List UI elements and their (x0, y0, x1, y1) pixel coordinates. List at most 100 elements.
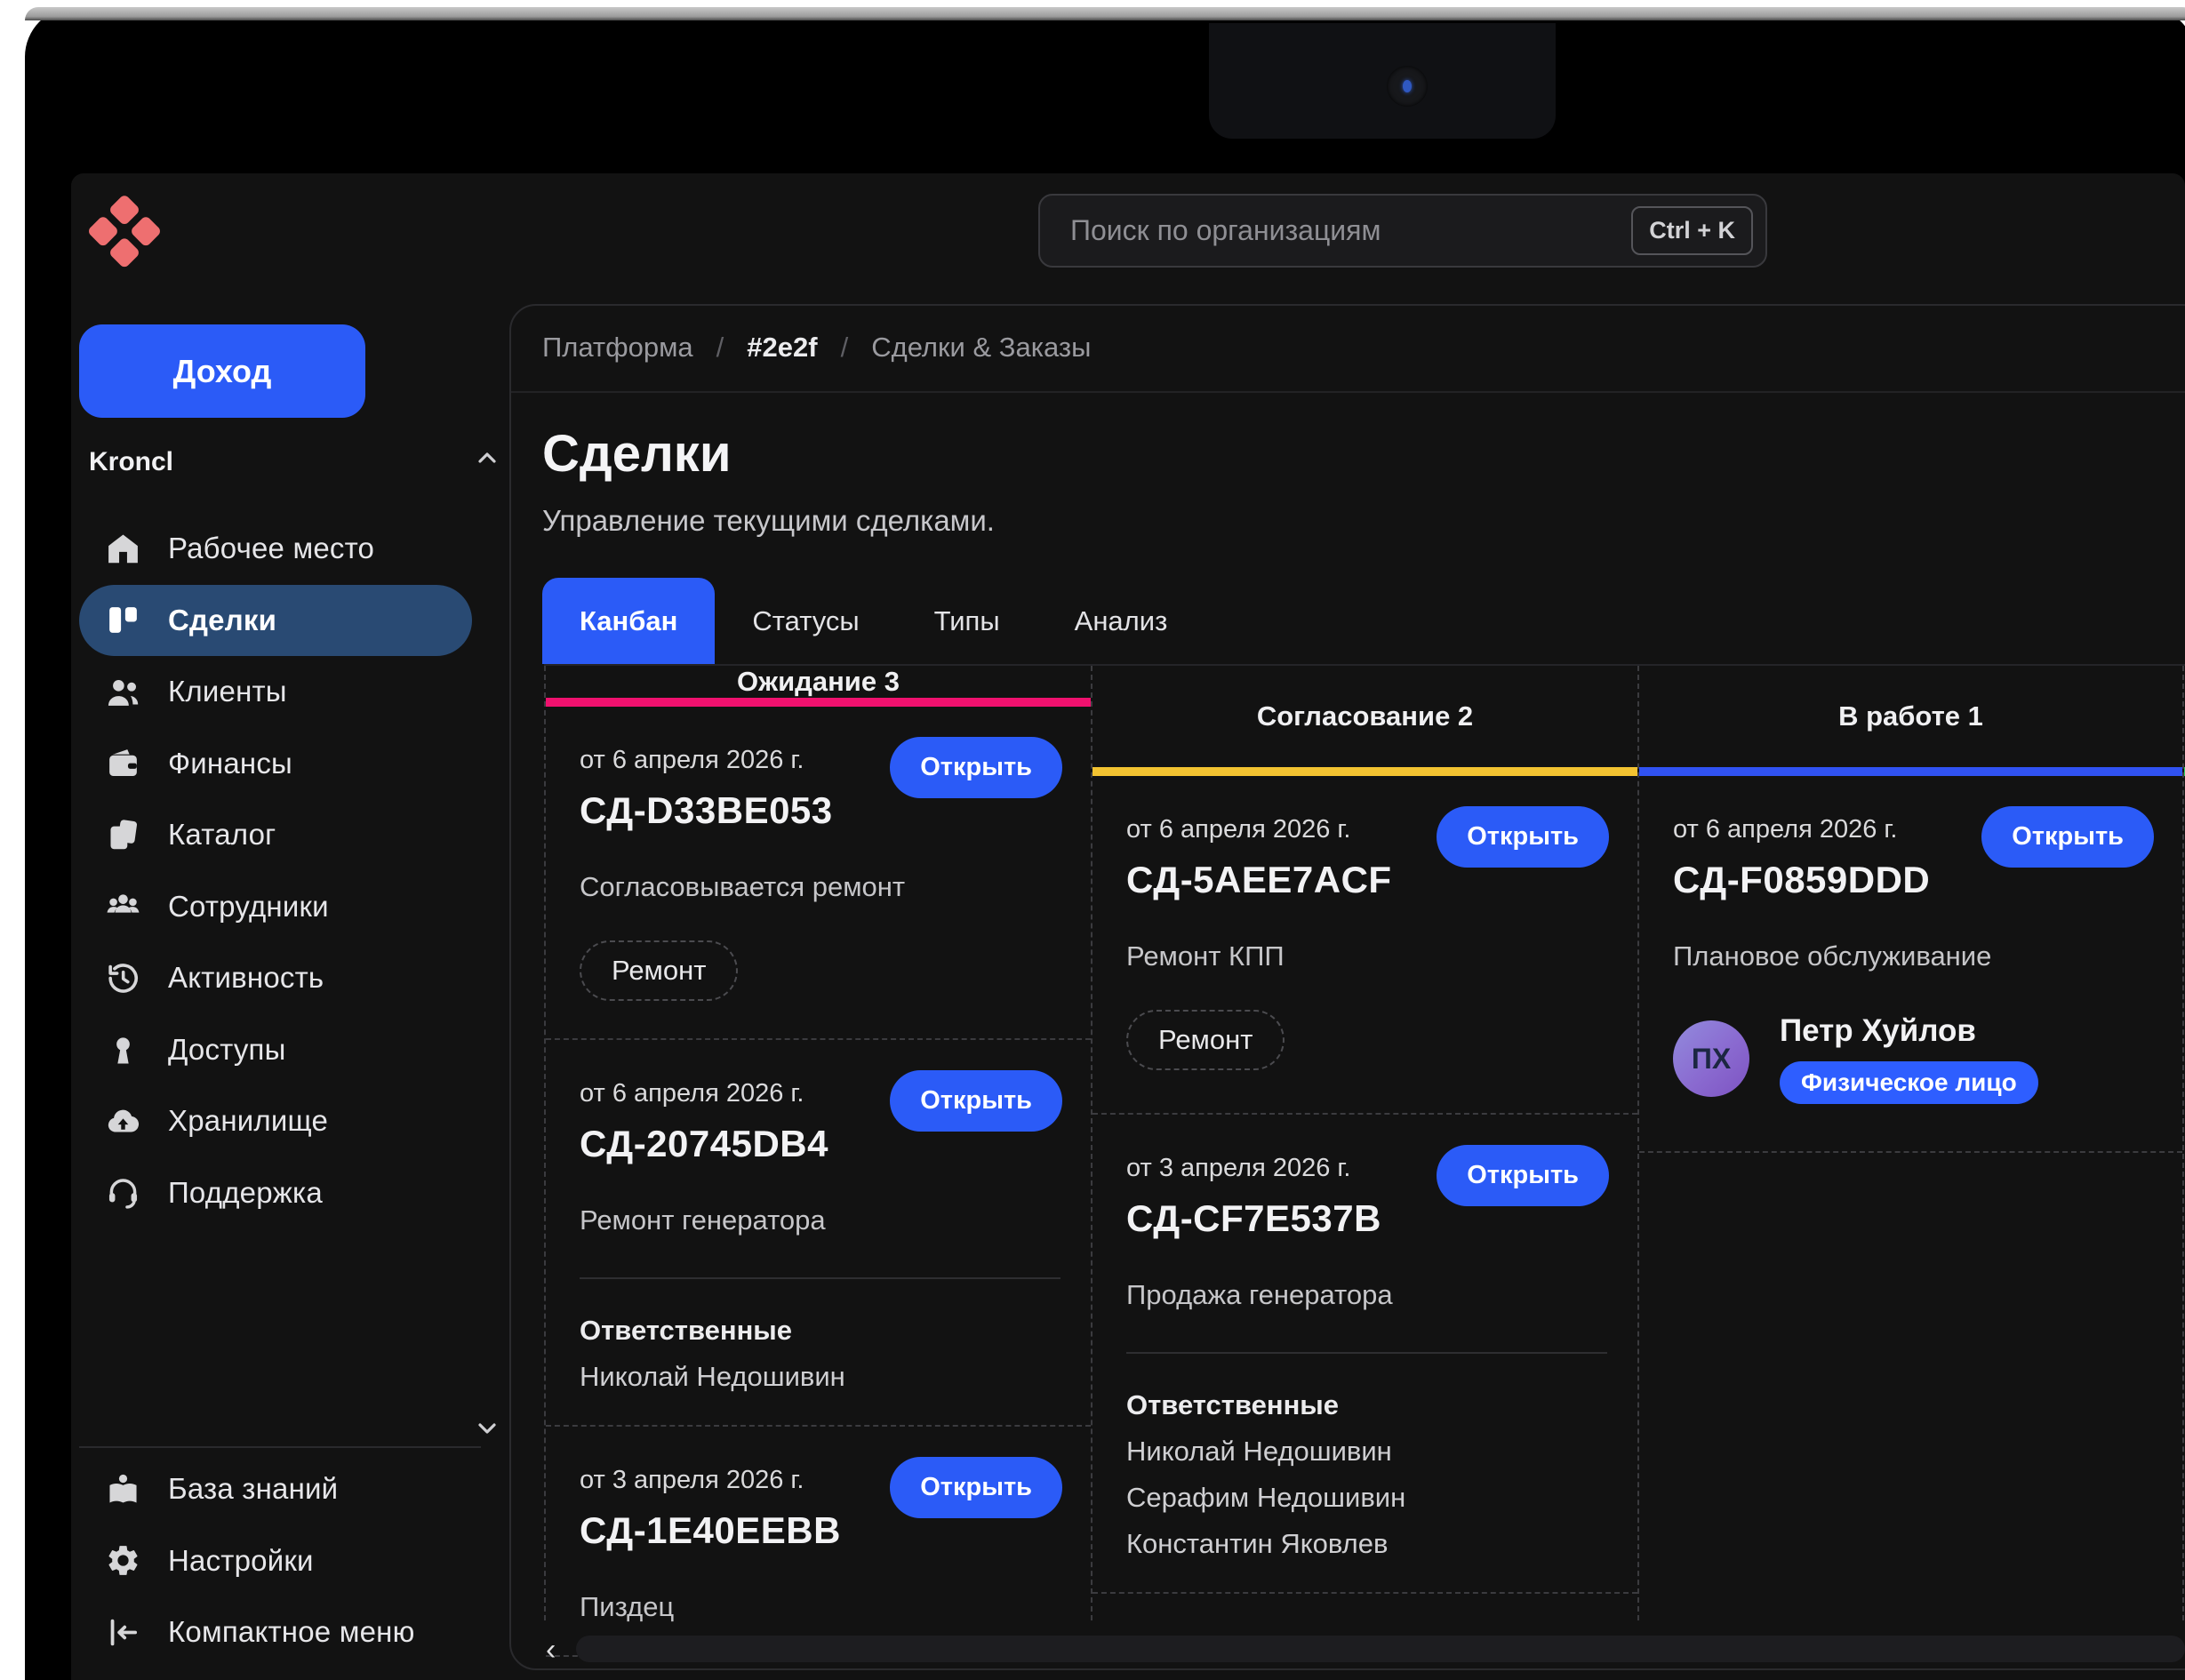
app-window: Ctrl + K Доход Kroncl Рабочее место Сделк… (71, 173, 2185, 1680)
search-shortcut-hint: Ctrl + K (1631, 206, 1753, 255)
laptop-notch (1209, 23, 1556, 139)
column-header: Ожидание 3 (546, 666, 1091, 698)
tab-kanban[interactable]: Канбан (542, 578, 715, 664)
sidebar-item-activity[interactable]: Активность (79, 942, 472, 1014)
income-button[interactable]: Доход (79, 324, 365, 418)
sidebar-item-support[interactable]: Поддержка (79, 1157, 472, 1229)
sidebar-item-label: Компактное меню (168, 1615, 415, 1649)
org-search[interactable]: Ctrl + K (1038, 194, 1767, 268)
deal-card[interactable]: от 6 апреля 2026 г.СД-20745DB4ОткрытьРем… (546, 1040, 1091, 1427)
responsible-title: Ответственные (580, 1315, 1060, 1347)
sidebar-item-storage[interactable]: Хранилище (79, 1085, 472, 1157)
deal-description: Продажа генератора (1126, 1279, 1607, 1311)
kanban-board: Ожидание 3 от 6 апреля 2026 г.СД-D33BE053… (544, 664, 2185, 1620)
card-divider (580, 1277, 1060, 1279)
horizontal-scrollbar[interactable] (576, 1636, 2185, 1662)
deal-card[interactable]: от 6 апреля 2026 г.СД-D33BE053ОткрытьСог… (546, 707, 1091, 1040)
scroll-left-icon[interactable]: ‹ (546, 1633, 556, 1668)
app-logo-icon[interactable] (84, 194, 165, 275)
column-color-bar (1639, 767, 2182, 776)
sidebar-item-label: Каталог (168, 818, 276, 852)
sidebar-footer-item-knowledge[interactable]: База знаний (79, 1453, 472, 1525)
kanban-column: В работе 1от 6 апреля 2026 г.СД-F0859DDD… (1637, 666, 2184, 1620)
deal-tag: Ремонт (580, 940, 738, 1001)
sidebar-item-deals[interactable]: Сделки (79, 585, 472, 657)
responsible-title: Ответственные (1126, 1389, 1607, 1421)
sidebar-divider (79, 1446, 481, 1448)
sidebar-item-workspace[interactable]: Рабочее место (79, 513, 472, 585)
deal-card[interactable]: от 6 апреля 2026 г.СД-5AEE7ACFОткрытьРем… (1092, 776, 1637, 1115)
org-name: Kroncl (89, 447, 173, 477)
card-divider (1126, 1352, 1607, 1354)
entity-type-badge: Физическое лицо (1780, 1061, 2038, 1104)
deal-description: Плановое обслуживание (1673, 940, 2152, 972)
responsible-name: Николай Недошивин (1126, 1436, 1607, 1468)
page-title: Сделки (542, 424, 732, 484)
sidebar-item-label: Активность (168, 961, 324, 995)
open-deal-button[interactable]: Открыть (1981, 806, 2154, 868)
open-deal-button[interactable]: Открыть (1437, 806, 1609, 868)
responsible-name: Константин Яковлев (1126, 1528, 1607, 1560)
home-icon (102, 528, 143, 569)
cloud-upload-icon (102, 1100, 143, 1141)
deal-description: Пиздец (580, 1591, 1060, 1623)
keyhole-icon (102, 1029, 143, 1070)
people-icon (102, 671, 143, 712)
sidebar-item-access[interactable]: Доступы (79, 1014, 472, 1086)
sidebar-item-label: Сделки (168, 604, 276, 637)
deal-tag: Ремонт (1126, 1010, 1285, 1070)
tab-analysis[interactable]: Анализ (1037, 578, 1205, 664)
column-color-bar (1092, 767, 1637, 776)
kanban-column: Согласование 2от 6 апреля 2026 г.СД-5AEE… (1091, 666, 1637, 1620)
sidebar-item-label: Настройки (168, 1544, 314, 1578)
sidebar-footer-item-settings[interactable]: Настройки (79, 1525, 472, 1597)
chevron-up-icon[interactable] (473, 444, 501, 472)
sidebar-item-label: Поддержка (168, 1176, 323, 1210)
sidebar-item-clients[interactable]: Клиенты (79, 656, 472, 728)
open-deal-button[interactable]: Открыть (1437, 1145, 1609, 1206)
breadcrumb-org[interactable]: #2e2f (747, 332, 817, 364)
webcam-icon (1387, 66, 1428, 107)
wallet-icon (102, 743, 143, 784)
sidebar-menu: Рабочее место Сделки Клиенты Финансы Каталог… (71, 513, 507, 1228)
assignee-name: Петр Хуйлов (1780, 1013, 1976, 1049)
responsible-name: Серафим Недошивин (1126, 1482, 1607, 1514)
deal-card[interactable]: от 3 апреля 2026 г.СД-1E40EEBBОткрытьПиз… (546, 1427, 1091, 1657)
deal-description: Ремонт КПП (1126, 940, 1607, 972)
cards-icon (102, 814, 143, 855)
sidebar-item-label: Хранилище (168, 1104, 328, 1138)
search-input[interactable] (1040, 214, 1631, 247)
sidebar-item-label: Доступы (168, 1033, 286, 1067)
deal-description: Ремонт генератора (580, 1204, 1060, 1236)
assignee-row: ПХПетр ХуйловФизическое лицо (1673, 1013, 2152, 1104)
open-deal-button[interactable]: Открыть (890, 1457, 1062, 1518)
breadcrumb-deals-orders[interactable]: Сделки & Заказы (871, 332, 1091, 364)
column-header: Согласование 2 (1092, 666, 1637, 767)
deal-card[interactable]: от 3 апреля 2026 г.СД-CF7E537BОткрытьПро… (1092, 1115, 1637, 1594)
breadcrumb-platform[interactable]: Платформа (542, 332, 693, 364)
sidebar-item-catalog[interactable]: Каталог (79, 799, 472, 871)
history-icon (102, 957, 143, 998)
kanban-icon (102, 600, 143, 641)
sidebar-item-label: Рабочее место (168, 532, 374, 565)
tab-statuses[interactable]: Статусы (715, 578, 896, 664)
open-deal-button[interactable]: Открыть (890, 1070, 1062, 1132)
deal-card[interactable]: от 6 апреля 2026 г.СД-F0859DDDОткрытьПла… (1639, 776, 2182, 1153)
tab-bar: КанбанСтатусыТипыАнализ (542, 578, 1205, 664)
sidebar-item-employees[interactable]: Сотрудники (79, 871, 472, 943)
chevron-down-icon[interactable] (473, 1414, 501, 1443)
collapse-menu-icon (102, 1612, 143, 1652)
sidebar-item-label: База знаний (168, 1472, 338, 1506)
header-divider (511, 391, 2185, 393)
sidebar-footer-item-compact[interactable]: Компактное меню (79, 1596, 472, 1668)
breadcrumb: Платформа / #2e2f / Сделки & Заказы (542, 323, 1091, 372)
sidebar-item-label: Финансы (168, 747, 292, 780)
group-icon (102, 886, 143, 927)
open-deal-button[interactable]: Открыть (890, 737, 1062, 798)
tab-types[interactable]: Типы (897, 578, 1037, 664)
kanban-column: Ожидание 3 от 6 апреля 2026 г.СД-D33BE053… (544, 666, 1091, 1620)
sidebar-item-finance[interactable]: Финансы (79, 728, 472, 800)
headset-icon (102, 1172, 143, 1213)
gear-icon (102, 1540, 143, 1581)
sidebar-item-label: Клиенты (168, 675, 287, 708)
